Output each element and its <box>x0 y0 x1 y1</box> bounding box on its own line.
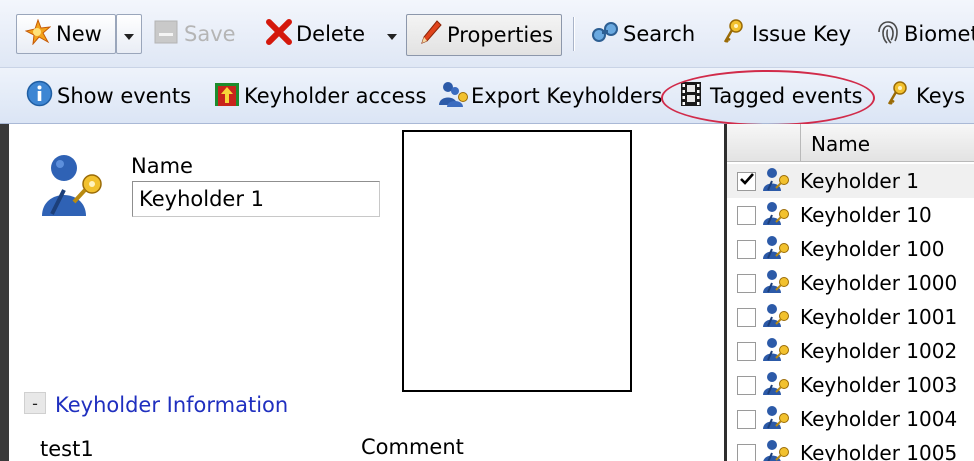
checkbox-column-header[interactable] <box>727 124 801 162</box>
row-checkbox[interactable] <box>737 375 756 395</box>
list-item[interactable]: Keyholder 1001 <box>727 300 974 334</box>
delete-dropdown-button[interactable] <box>383 14 401 54</box>
keyholder-icon <box>761 336 791 366</box>
keyholder-access-button-label: Keyholder access <box>244 84 427 108</box>
delete-button[interactable]: Delete <box>266 14 365 54</box>
issue-key-button[interactable]: Issue Key <box>722 14 851 54</box>
list-item[interactable]: Keyholder 1004 <box>727 402 974 436</box>
keyholder-access-icon <box>214 81 240 112</box>
row-checkbox[interactable] <box>737 409 756 429</box>
dropdown-arrow-icon <box>123 22 135 46</box>
search-icon <box>589 20 621 49</box>
list-item-label: Keyholder 1001 <box>800 305 958 329</box>
keyholder-icon <box>761 404 791 434</box>
list-item-label: Keyholder 1002 <box>800 339 958 363</box>
list-item[interactable]: Keyholder 10 <box>727 198 974 232</box>
list-item[interactable]: Keyholder 1000 <box>727 266 974 300</box>
delete-x-icon <box>266 18 292 50</box>
list-header: Name <box>727 124 974 162</box>
fingerprint-icon <box>876 19 900 50</box>
key-icon <box>722 18 744 50</box>
row-checkbox[interactable] <box>737 239 756 259</box>
list-item-label: Keyholder 1004 <box>800 407 958 431</box>
keyholder-icon <box>761 438 791 461</box>
list-item-label: Keyholder 100 <box>800 237 945 261</box>
keyholder-icon <box>761 166 791 196</box>
properties-pencil-icon <box>419 19 443 52</box>
info-icon <box>26 80 53 112</box>
delete-button-label: Delete <box>296 22 365 46</box>
row-checkbox[interactable] <box>737 341 756 361</box>
keys-button[interactable]: Keys <box>886 76 965 116</box>
list-item[interactable]: Keyholder 1005 <box>727 436 974 461</box>
key-icon <box>886 80 908 112</box>
photo-box[interactable] <box>402 130 632 392</box>
search-button[interactable]: Search <box>589 14 695 54</box>
keyholder-icon <box>761 302 791 332</box>
new-icon <box>24 18 52 50</box>
checkmark-icon <box>739 172 755 190</box>
row-checkbox[interactable] <box>737 273 756 293</box>
pane-left-border <box>0 124 9 461</box>
new-button-label: New <box>56 22 102 46</box>
list-item-label: Keyholder 1 <box>800 169 920 193</box>
list-item[interactable]: Keyholder 100 <box>727 232 974 266</box>
save-icon <box>154 20 178 49</box>
list-item[interactable]: Keyholder 1002 <box>727 334 974 368</box>
properties-button-label: Properties <box>447 23 554 47</box>
keyholder-list: Name Keyholder 1 Keyholder 10 Keyholder 10… <box>724 124 974 461</box>
keyholder-avatar-icon <box>38 150 108 220</box>
row-checkbox[interactable] <box>737 171 756 191</box>
export-keyholders-button[interactable]: Export Keyholders <box>437 76 662 116</box>
list-item-label: Keyholder 1000 <box>800 271 958 295</box>
row-checkbox[interactable] <box>737 443 756 461</box>
list-item-label: Keyholder 1003 <box>800 373 958 397</box>
annotation-ellipse <box>661 70 875 126</box>
row-checkbox[interactable] <box>737 205 756 225</box>
new-dropdown-button[interactable] <box>116 14 142 54</box>
section-collapse-toggle[interactable]: - <box>24 392 46 414</box>
save-button[interactable]: Save <box>154 14 236 54</box>
keys-button-label: Keys <box>916 84 966 108</box>
keyholder-information-section-title[interactable]: Keyholder Information <box>55 393 288 417</box>
keyholder-icon <box>761 234 791 264</box>
export-keyholders-button-label: Export Keyholders <box>471 84 663 108</box>
keyholder-access-button[interactable]: Keyholder access <box>214 76 426 116</box>
list-item[interactable]: Keyholder 1003 <box>727 368 974 402</box>
properties-button[interactable]: Properties <box>406 14 562 56</box>
main-toolbar: New Save Delete Properties Search Issue … <box>0 0 974 68</box>
issue-key-button-label: Issue Key <box>752 22 852 46</box>
show-events-button[interactable]: Show events <box>26 76 191 116</box>
biometrics-button[interactable]: Biomet <box>876 14 974 54</box>
keyholder-icon <box>761 268 791 298</box>
list-item-label: Keyholder 1005 <box>800 441 958 461</box>
toolbar-separator <box>573 17 574 51</box>
name-input[interactable] <box>132 181 380 217</box>
keyholder-icon <box>761 370 791 400</box>
keyholder-icon <box>761 200 791 230</box>
save-button-label: Save <box>184 22 236 46</box>
comment-label: Comment <box>361 435 464 459</box>
dropdown-arrow-icon <box>386 22 398 46</box>
show-events-button-label: Show events <box>57 84 192 108</box>
name-column-header[interactable]: Name <box>811 132 870 156</box>
list-item[interactable]: Keyholder 1 <box>727 164 974 198</box>
search-button-label: Search <box>623 22 696 46</box>
new-button[interactable]: New <box>16 14 116 54</box>
field-value-text: test1 <box>40 437 94 461</box>
biometrics-button-label: Biomet <box>904 22 974 46</box>
name-field-label: Name <box>131 154 193 178</box>
list-item-label: Keyholder 10 <box>800 203 932 227</box>
export-keyholders-icon <box>437 80 469 113</box>
row-checkbox[interactable] <box>737 307 756 327</box>
